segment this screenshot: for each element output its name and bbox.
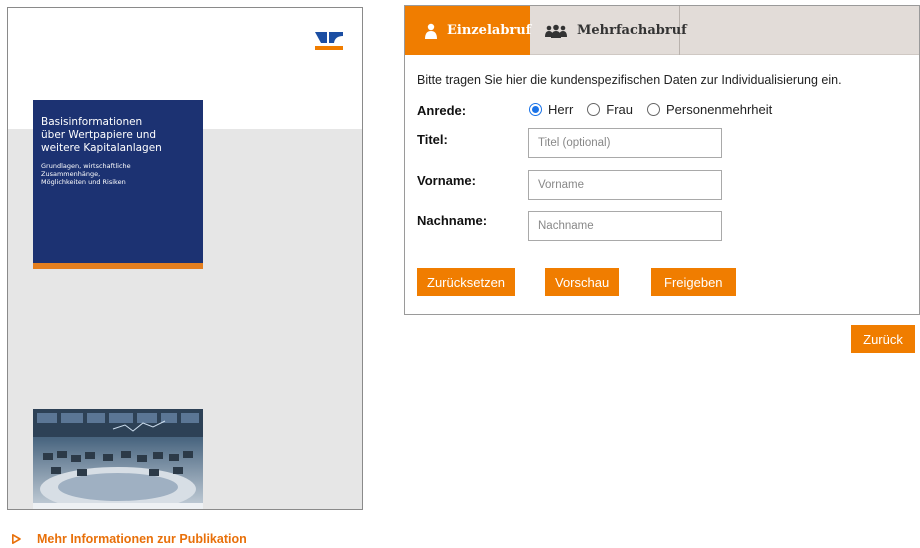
group-icon [545, 24, 567, 38]
radio-personenmehrheit-indicator[interactable] [647, 103, 661, 116]
more-info-link-label: Mehr Informationen zur Publikation [37, 532, 247, 546]
radio-frau-indicator[interactable] [587, 103, 601, 116]
form-intro-text: Bitte tragen Sie hier die kundenspezifis… [417, 73, 842, 87]
tab-mehrfachabruf-label: Mehrfachabruf [577, 23, 687, 38]
reset-button[interactable]: Zurücksetzen [417, 268, 516, 296]
cover-title-block: Basisinformationen über Wertpapiere und … [33, 100, 203, 263]
cover-accent-bar [33, 263, 203, 269]
nachname-input[interactable] [528, 211, 722, 241]
more-info-link[interactable]: Mehr Informationen zur Publikation [12, 532, 247, 546]
titel-label: Titel: [417, 132, 448, 147]
radio-herr-label: Herr [548, 102, 574, 117]
back-button[interactable]: Zurück [851, 325, 915, 353]
tab-bar: Einzelabruf Mehrfachabruf [405, 6, 919, 55]
radio-personenmehrheit[interactable]: Personenmehrheit [647, 102, 772, 117]
radio-herr[interactable]: Herr [529, 102, 573, 117]
preview-button[interactable]: Vorschau [545, 268, 620, 296]
tab-einzelabruf[interactable]: Einzelabruf [405, 6, 532, 55]
anrede-label: Anrede: [417, 103, 467, 118]
vorname-input[interactable] [528, 170, 722, 200]
anrede-radio-group: Herr Frau Personenmehrheit [529, 102, 786, 117]
publication-cover: Basisinformationen über Wertpapiere und … [7, 7, 363, 510]
tab-mehrfachabruf[interactable]: Mehrfachabruf [530, 6, 687, 55]
cover-trading-floor-photo [33, 409, 203, 509]
radio-frau[interactable]: Frau [587, 102, 633, 117]
radio-personenmehrheit-label: Personenmehrheit [666, 102, 773, 117]
triangle-right-icon [12, 534, 21, 544]
tab-einzelabruf-label: Einzelabruf [447, 23, 532, 38]
cover-title: Basisinformationen über Wertpapiere und … [41, 116, 162, 154]
person-icon [425, 23, 437, 39]
individualization-panel: Einzelabruf Mehrfachabruf Bitte tragen S… [404, 5, 920, 315]
release-button[interactable]: Freigeben [651, 268, 736, 296]
titel-input[interactable] [528, 128, 722, 158]
vorname-label: Vorname: [417, 173, 476, 188]
radio-herr-indicator[interactable] [529, 103, 542, 116]
bank-logo [315, 32, 343, 50]
cover-subtitle: Grundlagen, wirtschaftliche Zusammenhäng… [41, 162, 131, 186]
radio-frau-label: Frau [606, 102, 634, 117]
nachname-label: Nachname: [417, 213, 488, 228]
